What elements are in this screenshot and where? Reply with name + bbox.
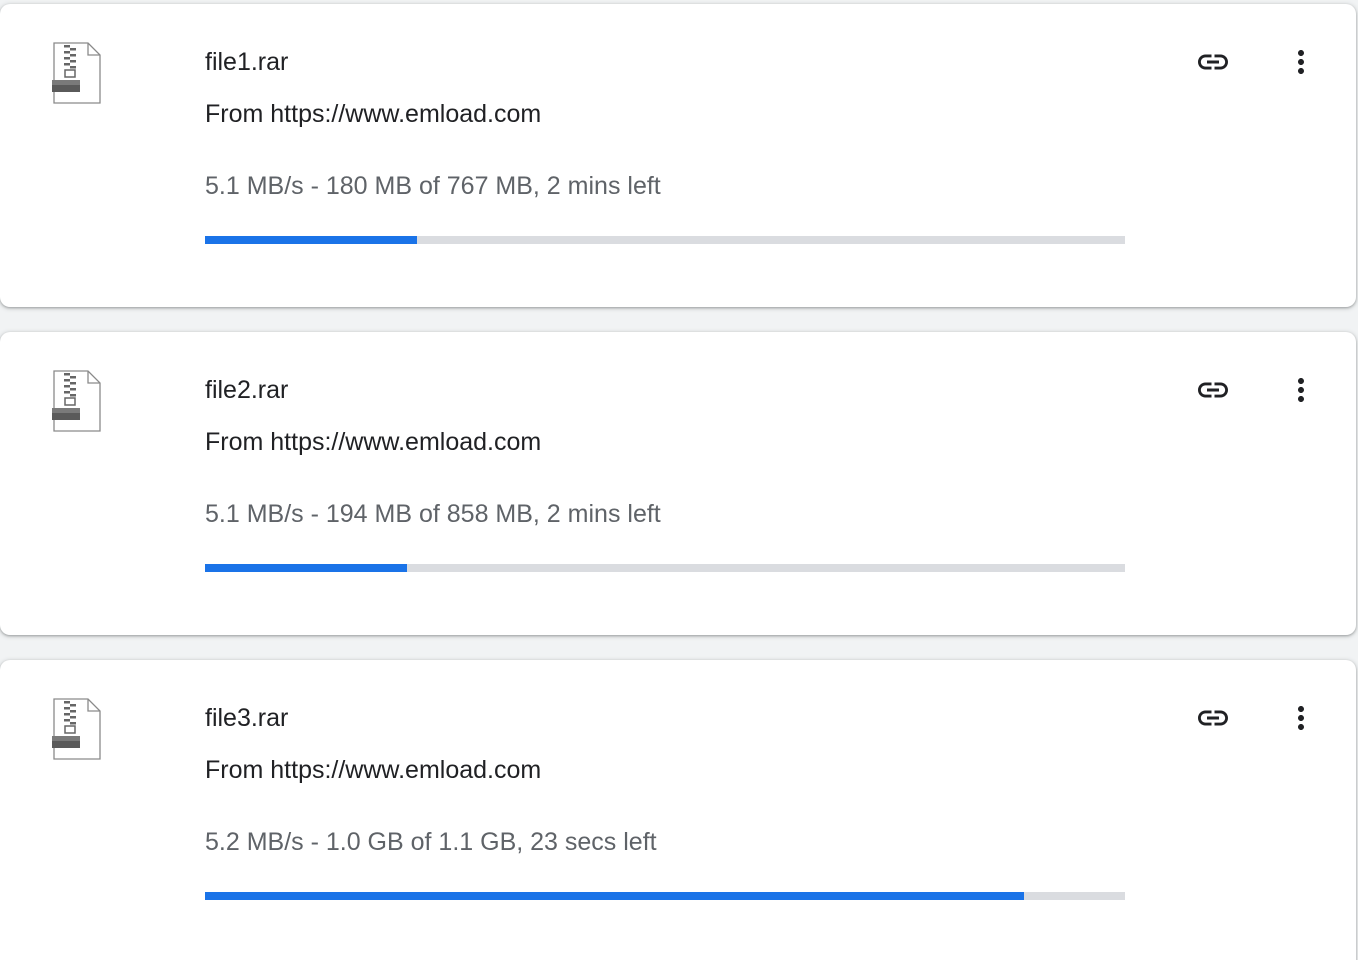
zip-file-icon (50, 698, 102, 760)
progress-fill (205, 564, 408, 572)
download-status: 5.2 MB/s - 1.0 GB of 1.1 GB, 23 secs lef… (205, 828, 657, 856)
more-actions-button[interactable] (1277, 40, 1325, 88)
link-icon (1195, 372, 1231, 413)
progress-bar (205, 892, 1125, 900)
progress-bar (205, 564, 1125, 572)
progress-bar (205, 236, 1125, 244)
progress-fill (205, 236, 417, 244)
more-vert-icon (1283, 44, 1319, 85)
link-icon (1195, 44, 1231, 85)
more-vert-icon (1283, 700, 1319, 741)
copy-link-button[interactable] (1189, 696, 1237, 744)
download-status: 5.1 MB/s - 180 MB of 767 MB, 2 mins left (205, 172, 661, 200)
download-status: 5.1 MB/s - 194 MB of 858 MB, 2 mins left (205, 500, 661, 528)
download-item: file3.rar From https://www.emload.com 5.… (0, 660, 1356, 960)
zip-file-icon (50, 42, 102, 104)
file-name[interactable]: file2.rar (205, 374, 288, 406)
file-name[interactable]: file3.rar (205, 702, 288, 734)
download-item: file1.rar From https://www.emload.com 5.… (0, 4, 1356, 307)
zip-file-icon (50, 370, 102, 432)
copy-link-button[interactable] (1189, 40, 1237, 88)
copy-link-button[interactable] (1189, 368, 1237, 416)
downloads-list: file1.rar From https://www.emload.com 5.… (0, 0, 1358, 960)
more-actions-button[interactable] (1277, 368, 1325, 416)
link-icon (1195, 700, 1231, 741)
source-url: From https://www.emload.com (205, 756, 542, 784)
download-item: file2.rar From https://www.emload.com 5.… (0, 332, 1356, 635)
more-actions-button[interactable] (1277, 696, 1325, 744)
progress-fill (205, 892, 1024, 900)
more-vert-icon (1283, 372, 1319, 413)
file-name[interactable]: file1.rar (205, 46, 288, 78)
source-url: From https://www.emload.com (205, 428, 542, 456)
source-url: From https://www.emload.com (205, 100, 542, 128)
